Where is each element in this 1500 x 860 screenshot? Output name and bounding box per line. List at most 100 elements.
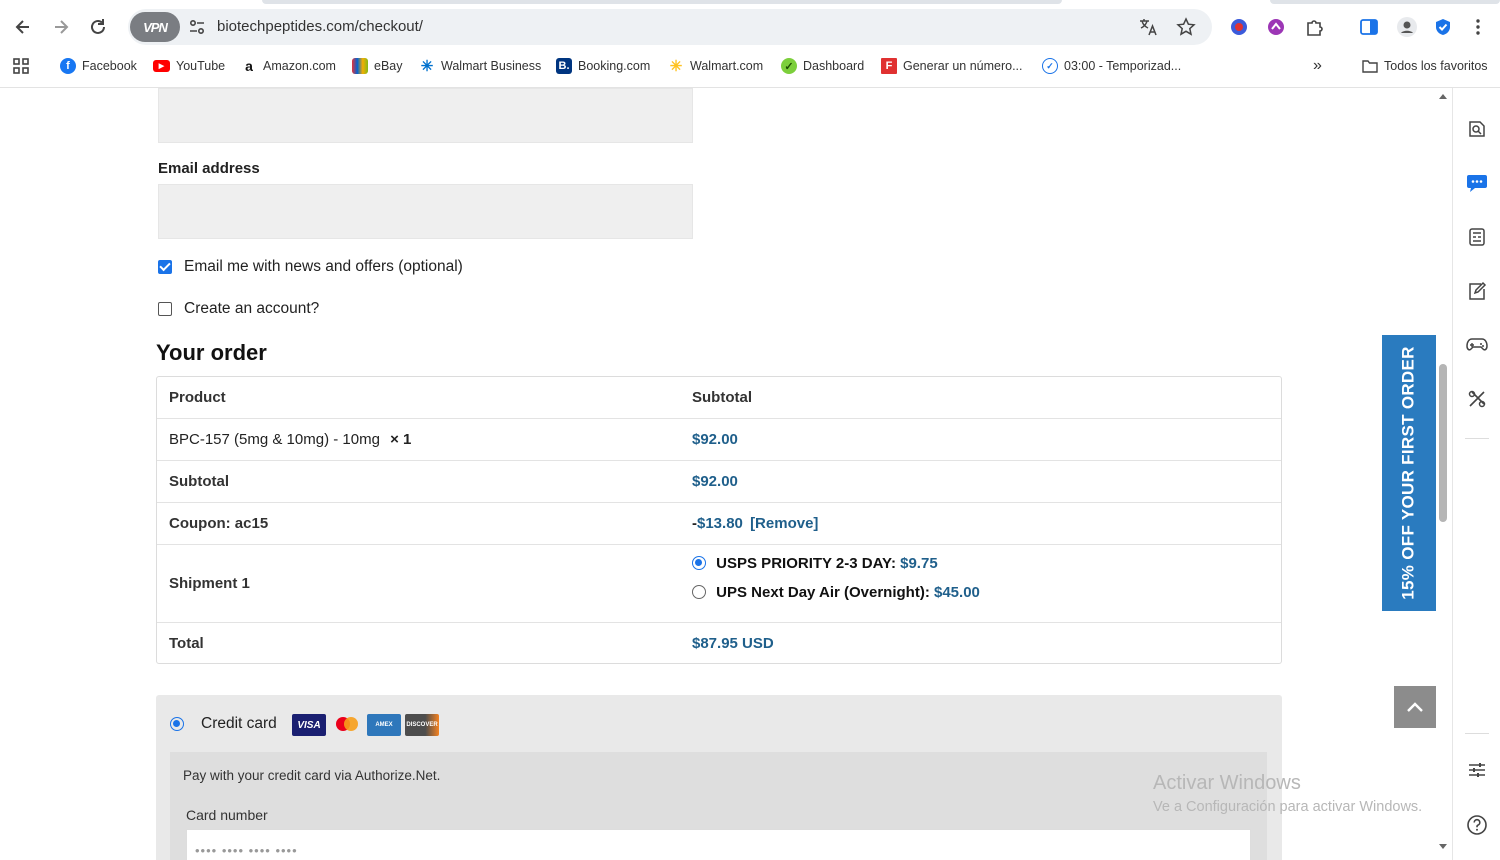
address-bar[interactable]: VPN biotechpeptides.com/checkout/: [128, 9, 1212, 45]
inactive-tab-edge[interactable]: [1270, 0, 1500, 4]
gamepad-icon[interactable]: [1466, 334, 1488, 356]
scroll-up-arrow-icon[interactable]: [1438, 92, 1448, 100]
newsletter-checkbox[interactable]: [158, 260, 172, 274]
shipping-radio-usps[interactable]: [692, 556, 706, 570]
scroll-to-top-button[interactable]: [1394, 686, 1436, 728]
subtotal-label: Subtotal: [169, 473, 229, 490]
amex-icon: AMEX: [367, 714, 401, 736]
bookmark-dashboard[interactable]: ✓ Dashboard: [781, 56, 864, 76]
bookmark-timer[interactable]: ✓ 03:00 - Temporizad...: [1042, 56, 1181, 76]
bookmark-amazon[interactable]: a Amazon.com: [241, 56, 336, 76]
bookmark-label: Walmart.com: [690, 59, 764, 73]
first-order-promo-tab[interactable]: 15% OFF YOUR FIRST ORDER: [1382, 335, 1436, 611]
create-account-label: Create an account?: [184, 300, 320, 317]
bookmark-label: Booking.com: [578, 59, 651, 73]
walmart-business-icon: ✳: [420, 58, 434, 75]
create-account-checkbox[interactable]: [158, 302, 172, 316]
youtube-icon: ▶: [153, 60, 170, 72]
product-name-text: BPC-157 (5mg & 10mg) - 10mg: [169, 431, 380, 448]
site-settings-icon[interactable]: [188, 18, 206, 36]
amazon-icon: a: [245, 58, 253, 74]
credit-card-label[interactable]: Credit card: [201, 715, 277, 733]
active-tab-edge[interactable]: [262, 0, 1062, 4]
email-field[interactable]: [158, 184, 693, 239]
product-price: $92.00: [692, 431, 738, 448]
profile-avatar-icon[interactable]: [1396, 16, 1418, 38]
bookmark-youtube[interactable]: ▶ YouTube: [153, 56, 225, 76]
page-scrollbar[interactable]: [1436, 88, 1450, 860]
watermark-subtitle: Ve a Configuración para activar Windows.: [1153, 799, 1423, 815]
discover-label: DISCOVER: [406, 722, 438, 728]
previous-field-input[interactable]: [158, 88, 693, 143]
scrollbar-thumb[interactable]: [1439, 364, 1447, 522]
card-number-input[interactable]: •••• •••• •••• ••••: [186, 829, 1251, 860]
newsletter-label: Email me with news and offers (optional): [184, 258, 463, 275]
chat-icon[interactable]: [1466, 172, 1488, 194]
product-column-header: Product: [169, 389, 226, 406]
bookmark-facebook[interactable]: f Facebook: [60, 56, 137, 76]
promo-text: 15% OFF YOUR FIRST ORDER: [1399, 346, 1419, 600]
reading-list-icon[interactable]: [1466, 226, 1488, 248]
vpn-icon[interactable]: VPN: [130, 12, 180, 42]
subtotal-row: Subtotal $92.00: [157, 460, 1281, 502]
menu-kebab-icon[interactable]: [1467, 16, 1489, 38]
notes-edit-icon[interactable]: [1466, 280, 1488, 302]
amex-label: AMEX: [375, 722, 393, 728]
bookmark-label: Walmart Business: [441, 59, 542, 73]
generator-icon: F: [881, 58, 897, 74]
coupon-label: Coupon: ac15: [169, 515, 269, 532]
extensions-puzzle-icon[interactable]: [1303, 16, 1325, 38]
search-page-icon[interactable]: [1466, 118, 1488, 140]
folder-icon: [1362, 58, 1378, 74]
all-bookmarks-folder[interactable]: Todos los favoritos: [1362, 56, 1488, 76]
apps-grid-icon[interactable]: [12, 56, 30, 76]
card-number-label: Card number: [186, 807, 268, 823]
bookmark-booking[interactable]: B. Booking.com: [556, 56, 650, 76]
coupon-discount: -$13.80 [Remove]: [692, 515, 818, 532]
total-row: Total $87.95 USD: [157, 622, 1281, 663]
subtotal-value: $92.00: [692, 473, 738, 490]
translate-icon[interactable]: [1138, 17, 1158, 37]
shipping-option-usps[interactable]: USPS PRIORITY 2-3 DAY: $9.75: [692, 555, 938, 572]
bookmark-label: Dashboard: [803, 59, 865, 73]
reload-icon[interactable]: [85, 14, 111, 40]
customize-sliders-icon[interactable]: [1466, 759, 1488, 781]
scroll-down-arrow-icon[interactable]: [1438, 843, 1448, 851]
url-text[interactable]: biotechpeptides.com/checkout/: [217, 18, 423, 35]
shipping-option-ups[interactable]: UPS Next Day Air (Overnight): $45.00: [692, 584, 980, 601]
back-icon[interactable]: [10, 14, 36, 40]
timer-icon: ✓: [1042, 58, 1058, 74]
bookmark-generator[interactable]: F Generar un número...: [881, 56, 1023, 76]
subtotal-column-header: Subtotal: [692, 389, 752, 406]
bookmark-label: YouTube: [176, 59, 226, 73]
bookmark-walmart[interactable]: ✳ Walmart.com: [668, 56, 763, 76]
bookmark-ebay[interactable]: eBay: [352, 56, 403, 76]
order-item-row: BPC-157 (5mg & 10mg) - 10mg × 1 $92.00: [157, 418, 1281, 460]
bookmark-star-icon[interactable]: [1176, 17, 1196, 37]
bookmark-label: eBay: [374, 59, 403, 73]
help-icon[interactable]: [1466, 814, 1488, 836]
create-account-option[interactable]: Create an account?: [158, 300, 319, 318]
browser-side-panel: [1452, 88, 1500, 860]
sidepanel-toggle-icon[interactable]: [1358, 16, 1380, 38]
extension-shield-icon[interactable]: [1228, 16, 1250, 38]
checkout-page: Email address Email me with news and off…: [0, 88, 1452, 860]
security-shield-icon[interactable]: [1432, 16, 1454, 38]
visa-label: VISA: [297, 719, 321, 731]
bookmark-label: 03:00 - Temporizad...: [1064, 59, 1182, 73]
extension-purple-icon[interactable]: [1265, 16, 1287, 38]
bookmarks-bar: f Facebook ▶ YouTube a Amazon.com eBay ✳…: [0, 52, 1500, 80]
discover-icon: DISCOVER: [405, 714, 439, 736]
browser-toolbar: VPN biotechpeptides.com/checkout/ f Face…: [0, 0, 1500, 88]
credit-card-radio[interactable]: [170, 717, 184, 731]
remove-coupon-link[interactable]: [Remove]: [750, 515, 818, 532]
payment-methods: Credit card VISA AMEX DISCOVER Pay with …: [156, 695, 1282, 860]
shipping-option-price: $9.75: [900, 555, 938, 572]
bookmark-walmart-business[interactable]: ✳ Walmart Business: [419, 56, 542, 76]
shipping-radio-ups[interactable]: [692, 585, 706, 599]
card-number-placeholder: •••• •••• •••• ••••: [195, 843, 298, 858]
newsletter-option[interactable]: Email me with news and offers (optional): [158, 258, 463, 276]
forward-icon[interactable]: [48, 14, 74, 40]
tools-icon[interactable]: [1466, 388, 1488, 410]
more-bookmarks-icon[interactable]: »: [1313, 56, 1322, 76]
